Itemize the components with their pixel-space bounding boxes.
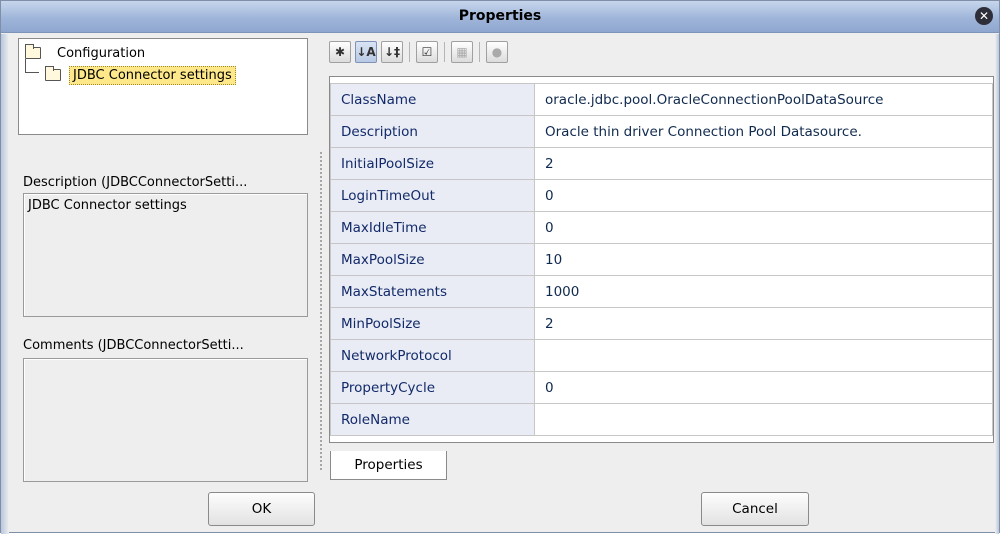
property-grid: ClassName oracle.jdbc.pool.OracleConnecti… (329, 76, 994, 443)
title-bar[interactable]: Properties ✕ (1, 1, 999, 33)
property-name: MaxIdleTime (330, 211, 535, 244)
tab-properties[interactable]: Properties (330, 451, 447, 480)
checklist-icon[interactable]: ☑ (416, 41, 438, 63)
property-value[interactable]: 0 (534, 371, 993, 404)
window-edge-left (1, 34, 9, 534)
property-value[interactable]: 0 (534, 211, 993, 244)
window-edge-right (995, 34, 999, 534)
toolbar-separator (444, 42, 445, 62)
tree-item-label: JDBC Connector settings (69, 65, 236, 85)
table-row[interactable]: RoleName (330, 403, 993, 436)
property-toolbar: ✱ ↓A ↓‡ ☑ ▦ ● (329, 38, 512, 66)
comments-field[interactable] (23, 358, 308, 482)
property-value[interactable]: 2 (534, 307, 993, 340)
property-name: MaxStatements (330, 275, 535, 308)
property-table: ClassName oracle.jdbc.pool.OracleConnecti… (330, 83, 993, 436)
table-row[interactable]: MaxStatements 1000 (330, 275, 993, 308)
grid-icon[interactable]: ▦ (451, 41, 473, 63)
property-name: NetworkProtocol (330, 339, 535, 372)
sort-alphabetical-icon[interactable]: ↓A (355, 41, 377, 63)
table-row[interactable]: MinPoolSize 2 (330, 307, 993, 340)
property-value[interactable]: oracle.jdbc.pool.OracleConnectionPoolDat… (534, 83, 993, 116)
property-value[interactable]: Oracle thin driver Connection Pool Datas… (534, 115, 993, 148)
sort-category-icon[interactable]: ↓‡ (381, 41, 403, 63)
configuration-tree[interactable]: Configuration JDBC Connector settings (18, 38, 308, 135)
expand-all-icon[interactable]: ✱ (329, 41, 351, 63)
description-label: Description (JDBCConnectorSetti... (23, 175, 248, 190)
property-name: Description (330, 115, 535, 148)
table-row[interactable]: InitialPoolSize 2 (330, 147, 993, 180)
table-row[interactable]: MaxIdleTime 0 (330, 211, 993, 244)
property-value[interactable]: 10 (534, 243, 993, 276)
property-name: RoleName (330, 403, 535, 436)
property-name: ClassName (330, 83, 535, 116)
toolbar-separator (409, 42, 410, 62)
table-row[interactable]: MaxPoolSize 10 (330, 243, 993, 276)
property-name: InitialPoolSize (330, 147, 535, 180)
tree-item-configuration[interactable]: Configuration (25, 42, 145, 64)
tree-connector (25, 59, 39, 73)
table-row[interactable]: Description Oracle thin driver Connection… (330, 115, 993, 148)
table-row[interactable]: PropertyCycle 0 (330, 371, 993, 404)
properties-dialog: Properties ✕ Configuration JDBC Connecto… (0, 0, 1000, 534)
property-value[interactable] (534, 403, 993, 436)
table-row[interactable]: ClassName oracle.jdbc.pool.OracleConnecti… (330, 83, 993, 116)
property-value[interactable]: 1000 (534, 275, 993, 308)
comments-label: Comments (JDBCConnectorSetti... (23, 338, 244, 353)
splitter-handle[interactable] (319, 151, 323, 471)
folder-icon (45, 66, 61, 81)
description-text: JDBC Connector settings (28, 198, 187, 213)
ok-button[interactable]: OK (208, 492, 315, 526)
property-value[interactable] (534, 339, 993, 372)
dialog-title: Properties (458, 8, 542, 24)
table-row[interactable]: LoginTimeOut 0 (330, 179, 993, 212)
close-icon[interactable]: ✕ (975, 7, 993, 25)
toolbar-separator (479, 42, 480, 62)
property-value[interactable]: 2 (534, 147, 993, 180)
folder-icon (25, 44, 41, 59)
property-name: MinPoolSize (330, 307, 535, 340)
help-icon[interactable]: ● (486, 41, 508, 63)
property-name: PropertyCycle (330, 371, 535, 404)
tree-item-jdbc-connector-settings[interactable]: JDBC Connector settings (45, 64, 236, 86)
property-name: MaxPoolSize (330, 243, 535, 276)
cancel-button[interactable]: Cancel (701, 492, 809, 526)
tree-item-label: Configuration (57, 45, 146, 61)
property-value[interactable]: 0 (534, 179, 993, 212)
description-field[interactable]: JDBC Connector settings (23, 193, 308, 317)
table-row[interactable]: NetworkProtocol (330, 339, 993, 372)
property-name: LoginTimeOut (330, 179, 535, 212)
